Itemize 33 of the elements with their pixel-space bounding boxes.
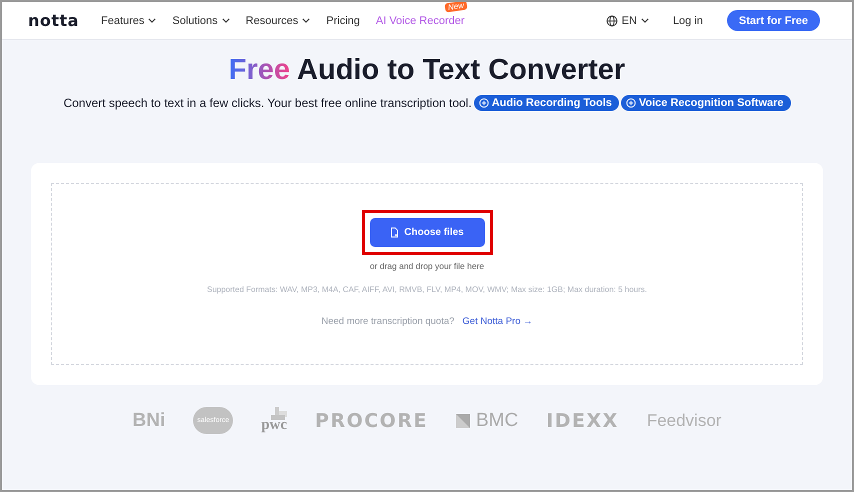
plus-circle-icon — [478, 98, 489, 108]
tag-link[interactable]: Audio Recording Tools — [474, 95, 619, 111]
plus-circle-icon — [626, 98, 636, 108]
choose-files-button[interactable]: Choose files — [370, 218, 484, 247]
page-title: Audio to Text Converter — [297, 54, 626, 86]
drag-hint: or drag and drop your file here — [370, 261, 484, 271]
notta-pro-link[interactable]: Get Notta Pro → — [462, 316, 533, 327]
file-add-icon — [390, 227, 400, 238]
nav-link[interactable]: Features — [100, 14, 156, 26]
nav-link[interactable]: Solutions — [172, 14, 230, 26]
client-logo: BNi — [132, 410, 166, 432]
client-logo: PROCORE — [315, 410, 428, 432]
globe-icon — [606, 14, 618, 26]
logo[interactable]: notta — [28, 11, 79, 30]
chevron-down-icon — [640, 18, 649, 23]
nav-link[interactable]: Resources — [246, 14, 310, 26]
client-logo: BMC — [456, 410, 518, 432]
client-logo: pwc — [261, 407, 288, 434]
language-selector[interactable]: EN — [606, 14, 649, 26]
subtitle: Convert speech to text in a few clicks. Your best free online transcription tool. — [63, 96, 472, 110]
nav-link[interactable]: Pricing — [326, 14, 360, 26]
start-free-button[interactable]: Start for Free — [726, 10, 820, 31]
quota-text: Need more transcription quota? — [321, 316, 454, 327]
drop-zone[interactable] — [51, 183, 803, 365]
chevron-down-icon — [222, 18, 230, 23]
chevron-down-icon — [148, 18, 156, 23]
formats-note: Supported Formats: WAV, MP3, M4A, CAF, AIFF, AVI, RMVB, FLV, MP4, MOV, WMV; Max size: 1GB; Max duration: 5 hours. — [207, 285, 647, 294]
chevron-down-icon — [302, 18, 310, 23]
login-link[interactable]: Log in — [672, 14, 703, 26]
new-badge: New — [444, 2, 468, 12]
client-logo: Feedvisor — [646, 410, 722, 430]
tag-link[interactable]: Voice Recognition Software — [620, 95, 791, 111]
client-logo: IDEXX — [546, 410, 619, 432]
